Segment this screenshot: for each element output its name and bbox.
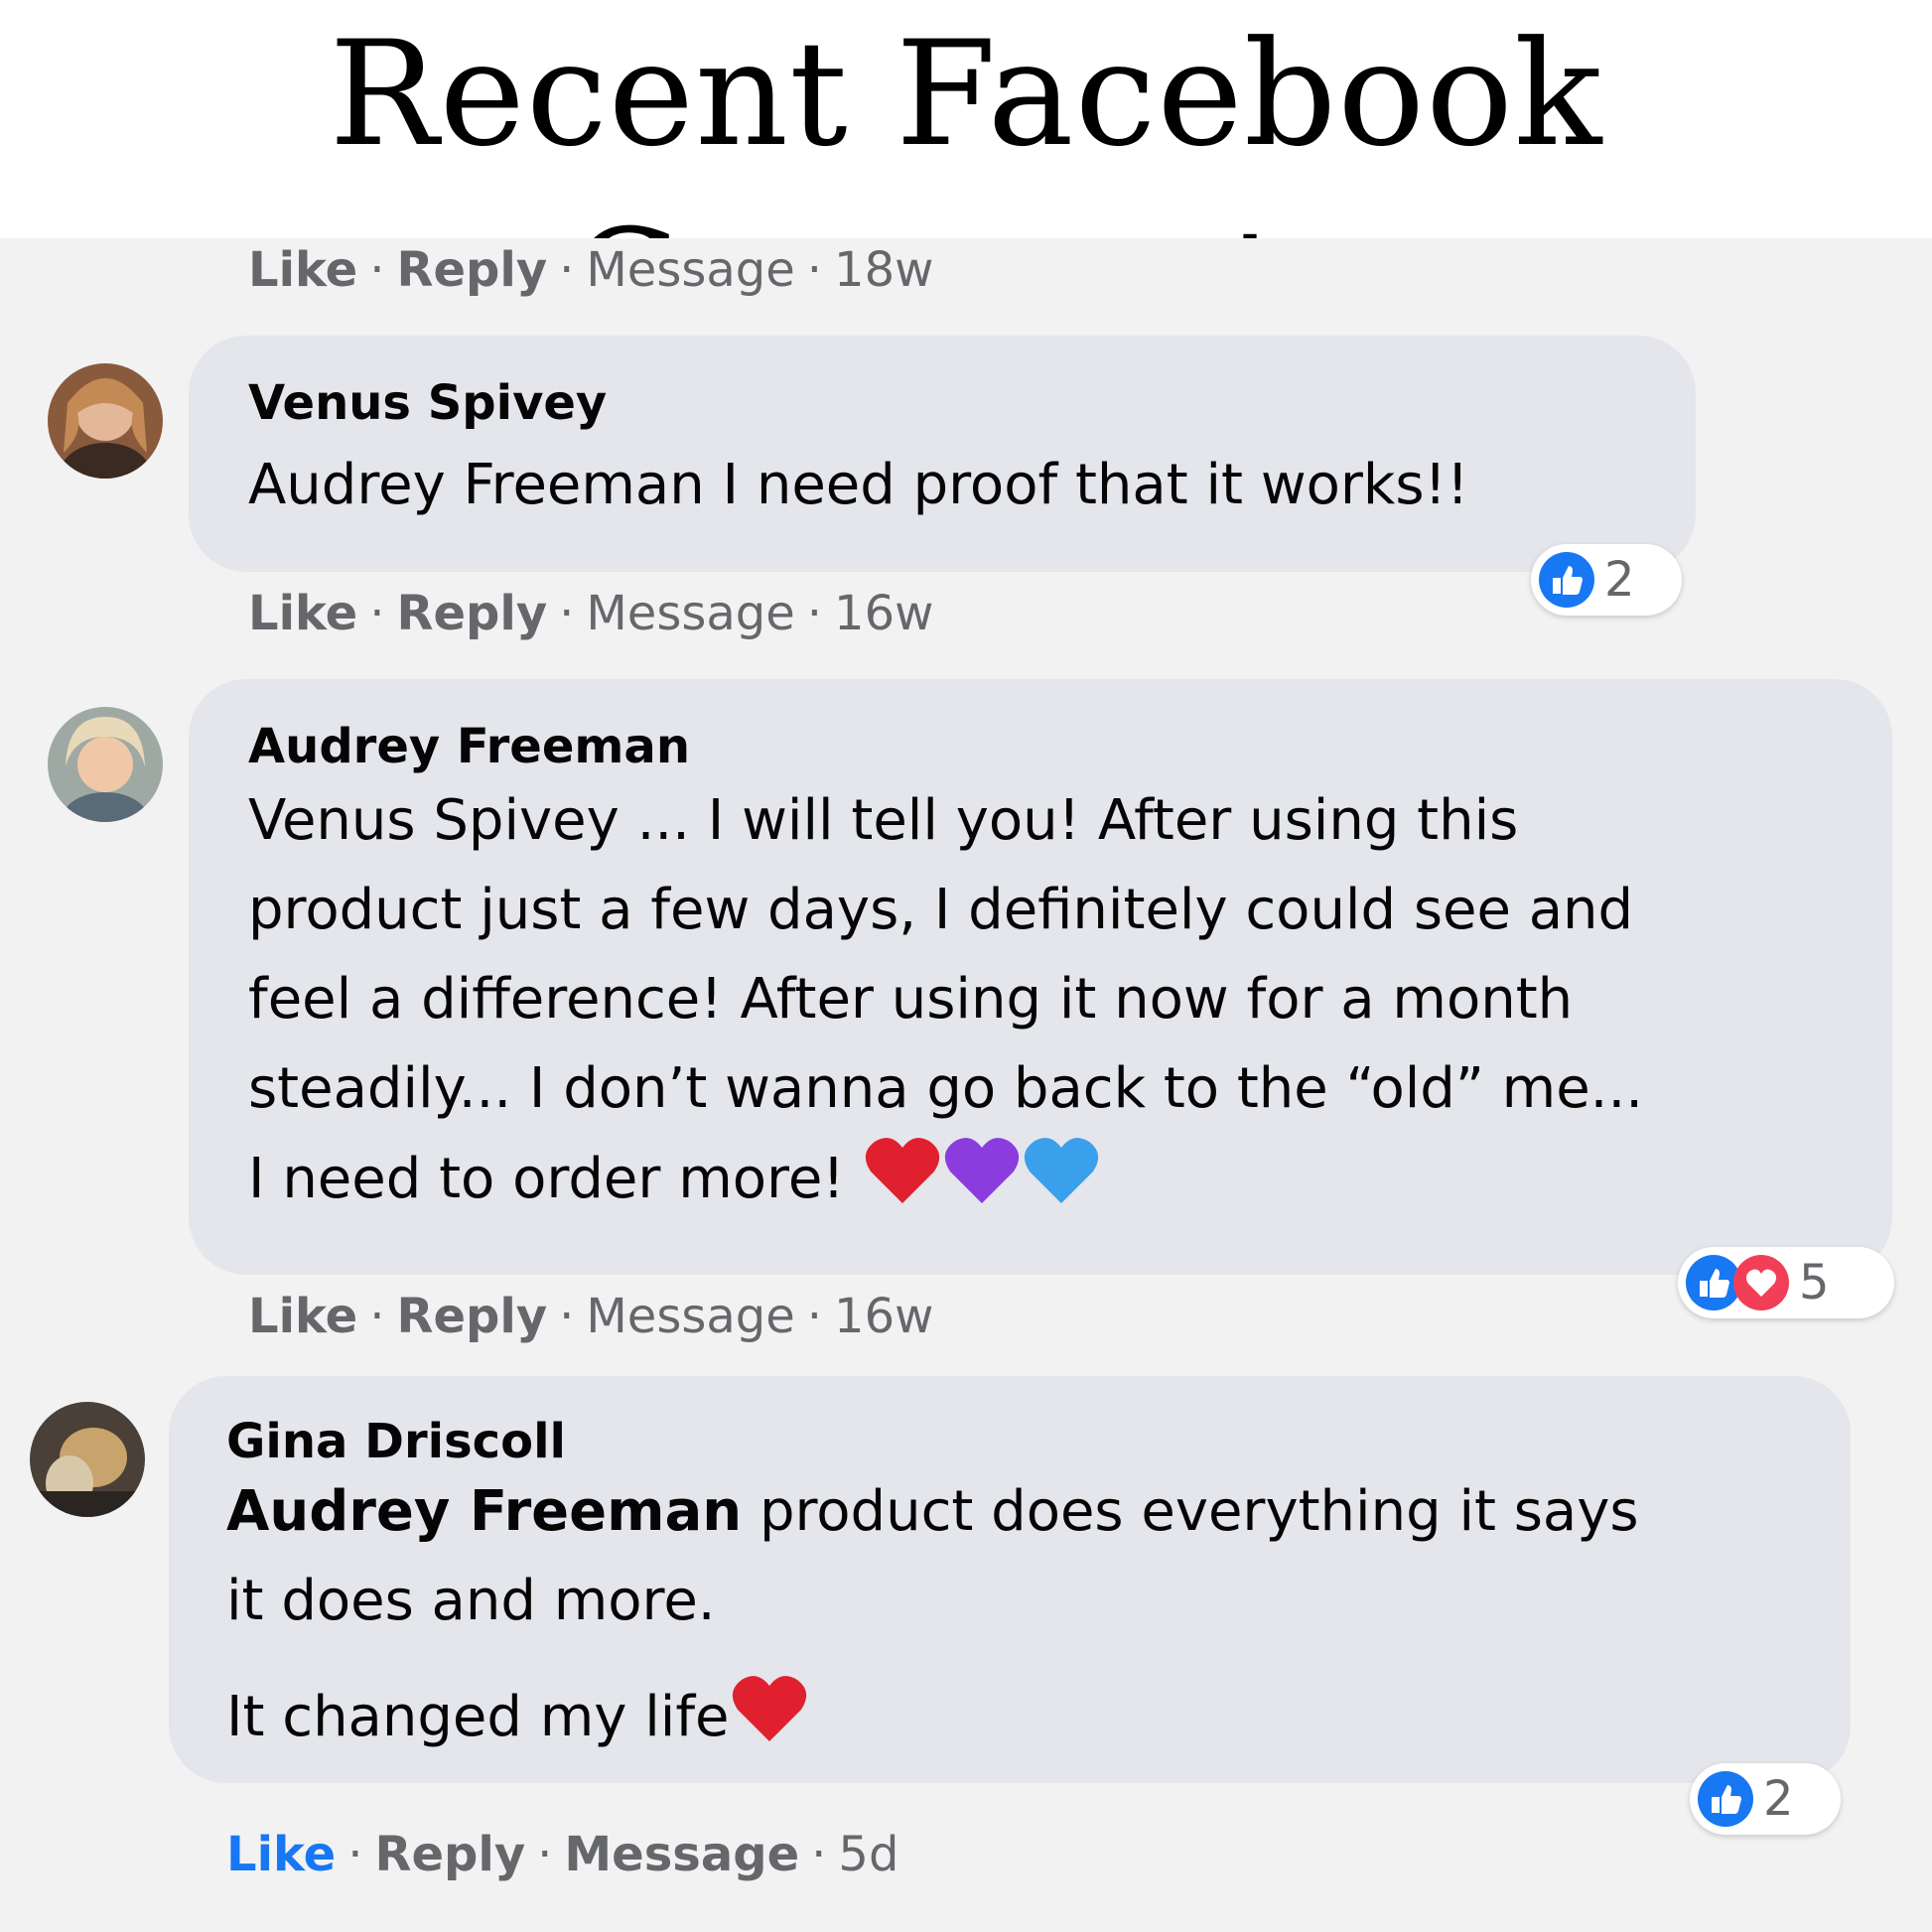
reply-link[interactable]: Reply <box>375 1827 526 1882</box>
blue-heart-icon <box>1022 1134 1101 1232</box>
profile-photo-icon <box>30 1402 145 1517</box>
avatar[interactable] <box>48 707 163 822</box>
red-heart-icon <box>730 1672 809 1770</box>
reaction-count: 5 <box>1799 1255 1830 1311</box>
like-icon <box>1539 552 1594 608</box>
comment-line-text: I need to order more! <box>248 1147 845 1211</box>
comment-line-text: product does everything it says <box>742 1479 1639 1544</box>
timestamp[interactable]: 16w <box>834 1289 933 1344</box>
comment-feed: Like · Reply · Message · 18w Venus Spivey Audr… <box>0 238 1932 1932</box>
reaction-summary[interactable]: 2 <box>1531 544 1682 616</box>
comment-text: Venus Spivey ... I will tell you! After … <box>248 776 1643 1232</box>
mention-link[interactable]: Audrey Freeman <box>226 1479 742 1544</box>
timestamp[interactable]: 5d <box>838 1827 898 1882</box>
like-link[interactable]: Like <box>248 242 357 298</box>
purple-heart-icon <box>942 1134 1022 1232</box>
comment-line: Venus Spivey ... I will tell you! After … <box>248 788 1519 853</box>
comment-line-text: It changed my life <box>226 1685 730 1749</box>
message-link[interactable]: Message <box>586 586 794 641</box>
reaction-summary[interactable]: 2 <box>1690 1763 1841 1835</box>
comment-text: Audrey Freeman I need proof that it work… <box>248 453 1469 517</box>
comment-actions: Like · Reply · Message · 18w <box>248 242 934 298</box>
comment-bubble: Venus Spivey Audrey Freeman I need proof… <box>189 336 1696 572</box>
reply-link[interactable]: Reply <box>397 586 548 641</box>
page-title: Recent Facebook Comments <box>329 10 1603 367</box>
love-icon <box>1733 1255 1789 1311</box>
reaction-count: 2 <box>1604 552 1635 608</box>
reply-link[interactable]: Reply <box>397 1289 548 1344</box>
comment-line: it does and more. <box>226 1569 716 1633</box>
comment-text: Audrey Freeman product does everything i… <box>226 1467 1639 1770</box>
comment-actions: Like · Reply · Message · 16w <box>248 1289 934 1344</box>
profile-photo-icon <box>48 363 163 479</box>
like-link[interactable]: Like <box>248 586 357 641</box>
timestamp[interactable]: 18w <box>834 242 933 298</box>
comment-line-last: It changed my life <box>226 1672 1639 1770</box>
comment-author[interactable]: Gina Driscoll <box>226 1414 566 1469</box>
like-icon <box>1698 1771 1753 1827</box>
comment-line: feel a difference! After using it now fo… <box>248 967 1574 1032</box>
avatar[interactable] <box>48 363 163 479</box>
message-link[interactable]: Message <box>586 242 794 298</box>
timestamp[interactable]: 16w <box>834 586 933 641</box>
comment-author[interactable]: Venus Spivey <box>248 375 607 431</box>
like-link[interactable]: Like <box>248 1289 357 1344</box>
comment-line: Audrey Freeman product does everything i… <box>226 1467 1639 1557</box>
message-link[interactable]: Message <box>586 1289 794 1344</box>
comment-bubble: Audrey Freeman Venus Spivey ... I will t… <box>189 679 1892 1275</box>
comment-actions: Like · Reply · Message · 16w <box>248 586 934 641</box>
reaction-summary[interactable]: 5 <box>1678 1247 1894 1318</box>
like-link[interactable]: Like <box>226 1827 336 1882</box>
comment-line: product just a few days, I definitely co… <box>248 878 1634 942</box>
comment-author[interactable]: Audrey Freeman <box>248 719 690 774</box>
comment-actions: Like · Reply · Message · 5d <box>226 1827 899 1882</box>
avatar[interactable] <box>30 1402 145 1517</box>
comment-bubble: Gina Driscoll Audrey Freeman product doe… <box>169 1376 1851 1783</box>
reaction-count: 2 <box>1763 1771 1794 1827</box>
profile-photo-icon <box>48 707 163 822</box>
red-heart-icon <box>863 1134 942 1232</box>
reply-link[interactable]: Reply <box>397 242 548 298</box>
message-link[interactable]: Message <box>564 1827 799 1882</box>
comment-line: steadily... I don’t wanna go back to the… <box>248 1056 1644 1121</box>
comment-line-last: I need to order more! <box>248 1134 1643 1232</box>
